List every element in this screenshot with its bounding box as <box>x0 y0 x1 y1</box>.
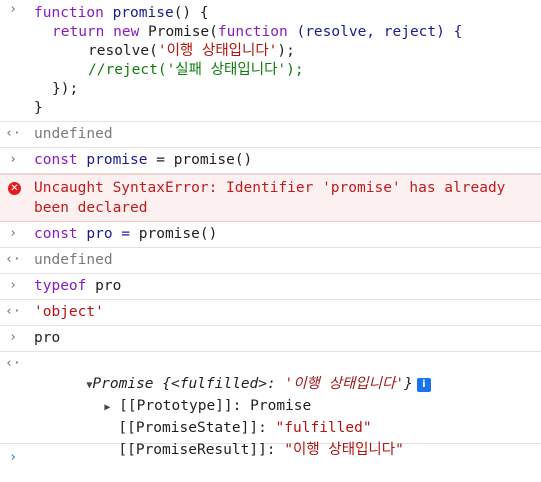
code-keyword: return new <box>52 24 140 40</box>
code-line: resolve('이행 상태입니다'); <box>88 42 295 61</box>
result-value: 'object' <box>34 304 104 320</box>
code-params: (resolve, reject) { <box>287 24 463 40</box>
code-punct: () <box>199 226 218 242</box>
code-identifier: Promise <box>139 24 210 40</box>
code-comment: //reject('실패 상태입니다'); <box>88 62 304 78</box>
code-identifier: promise <box>77 152 148 168</box>
code-keyword: function <box>34 5 104 21</box>
console-entry-input-const-promise[interactable]: › const promise = promise() <box>0 148 541 174</box>
code-keyword: const <box>34 226 78 242</box>
console-entry-result: ‹· undefined <box>0 248 541 274</box>
console-prompt-input[interactable]: › <box>0 444 541 478</box>
console-entry-result: ‹· 'object' <box>0 300 541 326</box>
code-line: pro <box>34 330 61 346</box>
console-entry-input-const-pro[interactable]: › const pro = promise() <box>0 222 541 248</box>
code-identifier: promise <box>103 5 174 21</box>
code-punct: ( <box>149 43 158 59</box>
input-prompt-icon: › <box>9 226 17 241</box>
console-entry-result: ‹· undefined <box>0 122 541 148</box>
code-punct: () { <box>173 5 209 21</box>
error-icon: ✕ <box>8 182 21 195</box>
code-identifier: pro <box>86 278 122 294</box>
return-arrow-icon: ‹· <box>5 304 21 319</box>
code-keyword: function <box>217 24 288 40</box>
code-keyword: const <box>34 152 78 168</box>
result-value: undefined <box>34 252 113 268</box>
code-keyword: typeof <box>34 278 87 294</box>
console-entry-error: ✕ Uncaught SyntaxError: Identifier 'prom… <box>0 174 541 222</box>
info-icon[interactable]: i <box>416 378 431 392</box>
code-line: return new Promise(function (resolve, re… <box>52 23 462 42</box>
console-entry-result-promise: ‹· ▼Promise {<fulfilled>: '이행 상태입니다'} i ▶… <box>0 352 541 458</box>
code-line: } <box>34 100 43 116</box>
code-punct: ); <box>277 43 295 59</box>
input-prompt-icon: › <box>9 278 17 293</box>
code-line: const promise = promise() <box>34 151 252 170</box>
code-identifier: promise <box>173 152 235 168</box>
return-arrow-icon: ‹· <box>5 126 21 141</box>
console-entry-input-typeof[interactable]: › typeof pro <box>0 274 541 300</box>
code-identifier: promise <box>138 226 200 242</box>
console-entry-input-pro[interactable]: › pro <box>0 326 541 352</box>
code-punct: () <box>234 152 253 168</box>
code-punct: ( <box>209 24 218 40</box>
input-prompt-icon: › <box>9 152 17 167</box>
error-message-line: Uncaught SyntaxError: Identifier 'promis… <box>34 180 506 196</box>
code-line: }); <box>52 81 79 97</box>
input-prompt-icon: › <box>9 330 17 345</box>
devtools-console: › function promise() { return new Promis… <box>0 0 541 482</box>
code-identifier: resolve <box>88 43 150 59</box>
input-prompt-icon: › <box>9 450 17 465</box>
code-string: '이행 상태입니다' <box>157 43 278 59</box>
code-line: typeof pro <box>34 277 121 296</box>
return-arrow-icon: ‹· <box>5 252 21 267</box>
result-value: undefined <box>34 126 113 142</box>
code-line: function promise() { <box>34 4 209 23</box>
return-arrow-icon: ‹· <box>5 356 21 371</box>
code-punct: = <box>147 152 174 168</box>
console-entry-input-function[interactable]: › function promise() { return new Promis… <box>0 0 541 122</box>
code-line: const pro = promise() <box>34 225 217 244</box>
code-identifier: pro = <box>77 226 139 242</box>
error-message-line: been declared <box>34 200 148 216</box>
input-prompt-icon: › <box>9 2 17 17</box>
object-summary-close: } <box>404 376 413 392</box>
